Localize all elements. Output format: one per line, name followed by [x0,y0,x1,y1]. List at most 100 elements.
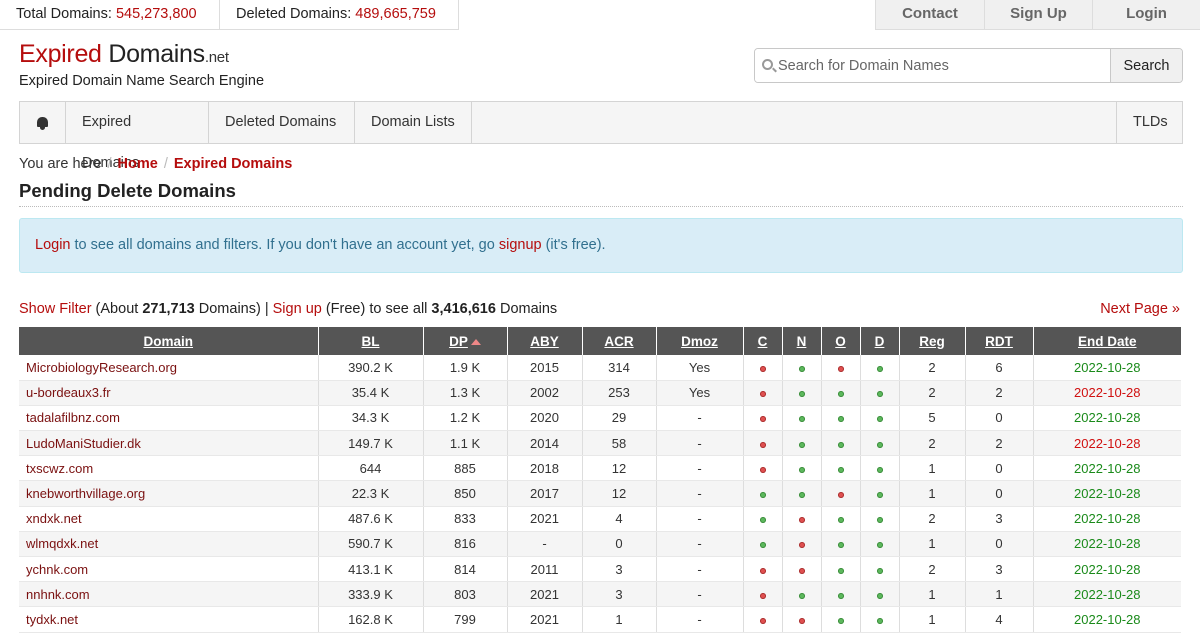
col-rdt[interactable]: RDT [965,327,1034,355]
table-row: tadalafilbnz.com 34.3 K 1.2 K 2020 29- 5 0 2022… [19,405,1181,432]
nav-deleted-domains[interactable]: Deleted Domains [209,102,355,143]
aby-cell: 2021 [507,581,583,608]
status-dot-icon [876,567,883,574]
status-o-cell [821,480,861,507]
col-end-date[interactable]: End Date [1033,327,1181,355]
end-date-cell: 2022-10-28 [1033,581,1181,608]
nav-domain-lists[interactable]: Domain Lists [355,102,472,143]
alert-signup-link[interactable]: signup [499,237,542,253]
col-acr[interactable]: ACR [582,327,657,355]
alert-login-link[interactable]: Login [35,237,70,253]
domain-cell[interactable]: nnhnk.com [19,581,319,608]
end-date-cell: 2022-10-28 [1033,355,1181,381]
search-input[interactable] [755,49,1110,82]
table-row: xndxk.net 487.6 K 833 2021 4- 2 3 2022-10-28 [19,506,1181,532]
domain-cell[interactable]: wlmqdxk.net [19,531,319,558]
col-domain[interactable]: Domain [19,327,319,355]
col-dmoz[interactable]: Dmoz [656,327,744,355]
status-d-cell [860,480,900,507]
total-domains-value: 545,273,800 [115,6,197,22]
deleted-domains-stat: Deleted Domains: 489,665,759 [219,0,459,30]
total-count: 3,416,616 [431,301,496,317]
total-domains-label: Total Domains: [16,6,112,22]
status-dot-icon [837,441,844,448]
aby-cell: 2017 [507,480,583,507]
rdt-cell: 2 [965,380,1034,406]
col-aby[interactable]: ABY [507,327,583,355]
status-n-cell [782,606,822,633]
status-o-cell [821,380,861,406]
dp-cell: 833 [423,506,508,532]
logo-wordmark[interactable]: Expired Domains.net [19,39,264,73]
domain-cell[interactable]: xndxk.net [19,506,319,532]
status-dot-icon [798,517,805,524]
domain-cell[interactable]: ychnk.com [19,556,319,583]
reg-cell: 2 [899,380,966,406]
acr-cell: 1 [582,606,657,633]
col-d[interactable]: D [860,327,900,355]
status-dot-icon [876,492,883,499]
breadcrumb-home[interactable]: Home [118,156,158,172]
status-dot-icon [876,517,883,524]
reg-cell: 2 [899,506,966,532]
bl-cell: 590.7 K [318,531,424,558]
status-dot-icon [837,567,844,574]
breadcrumb: You are here / Home / Expired Domains [19,156,292,172]
domain-search: Search [754,48,1183,83]
domain-cell[interactable]: LudoManiStudier.dk [19,430,319,457]
dmoz-cell: - [656,606,744,633]
domain-cell[interactable]: tydxk.net [19,606,319,633]
status-dot-icon [759,592,766,599]
status-dot-icon [837,391,844,398]
breadcrumb-separator: / [163,156,168,172]
status-dot-icon [759,542,766,549]
col-dp[interactable]: DP [423,327,508,355]
signup-link[interactable]: Sign Up [984,0,1092,30]
status-dot-icon [759,492,766,499]
status-dot-icon [798,466,805,473]
dmoz-cell: - [656,581,744,608]
contact-link[interactable]: Contact [875,0,984,30]
status-dot-icon [837,365,844,372]
domain-cell[interactable]: txscwz.com [19,455,319,482]
aby-cell: - [507,531,583,558]
nav-home[interactable] [20,102,66,143]
domain-cell[interactable]: knebworthvillage.org [19,480,319,507]
col-o[interactable]: O [821,327,861,355]
bl-cell: 22.3 K [318,480,424,507]
dmoz-cell: - [656,455,744,482]
next-page-link[interactable]: Next Page » [1100,301,1180,317]
status-dot-icon [759,416,766,423]
status-n-cell [782,480,822,507]
nav-expired-domains[interactable]: Expired Domains [66,102,209,171]
main-nav: Expired Domains Deleted Domains Domain L… [19,101,1183,171]
show-filter-link[interactable]: Show Filter [19,301,92,317]
status-dot-icon [759,466,766,473]
bl-cell: 644 [318,455,424,482]
reg-cell: 1 [899,606,966,633]
col-reg[interactable]: Reg [899,327,966,355]
domain-cell[interactable]: MicrobiologyResearch.org [19,355,319,381]
domain-cell[interactable]: u-bordeaux3.fr [19,380,319,406]
dp-cell: 1.2 K [423,405,508,432]
breadcrumb-current[interactable]: Expired Domains [174,156,292,172]
table-row: wlmqdxk.net 590.7 K 816-0-1 0 2022-10-28 [19,531,1181,558]
acr-cell: 253 [582,380,657,406]
breadcrumb-separator: / [107,156,112,172]
dmoz-cell: - [656,430,744,457]
rdt-cell: 3 [965,556,1034,583]
nav-tlds[interactable]: TLDs [1116,102,1182,143]
domain-cell[interactable]: tadalafilbnz.com [19,405,319,432]
site-logo[interactable]: Expired Domains.net Expired Domain Name … [19,39,264,89]
login-link[interactable]: Login [1092,0,1200,30]
search-button[interactable]: Search [1110,49,1182,82]
status-dot-icon [876,466,883,473]
breadcrumb-prefix: You are here [19,156,102,172]
col-bl[interactable]: BL [318,327,424,355]
col-c[interactable]: C [743,327,783,355]
dmoz-cell: - [656,480,744,507]
filter-signup-link[interactable]: Sign up [273,301,322,317]
table-row: MicrobiologyResearch.org 390.2 K 1.9 K 2015… [19,355,1181,381]
col-n[interactable]: N [782,327,822,355]
